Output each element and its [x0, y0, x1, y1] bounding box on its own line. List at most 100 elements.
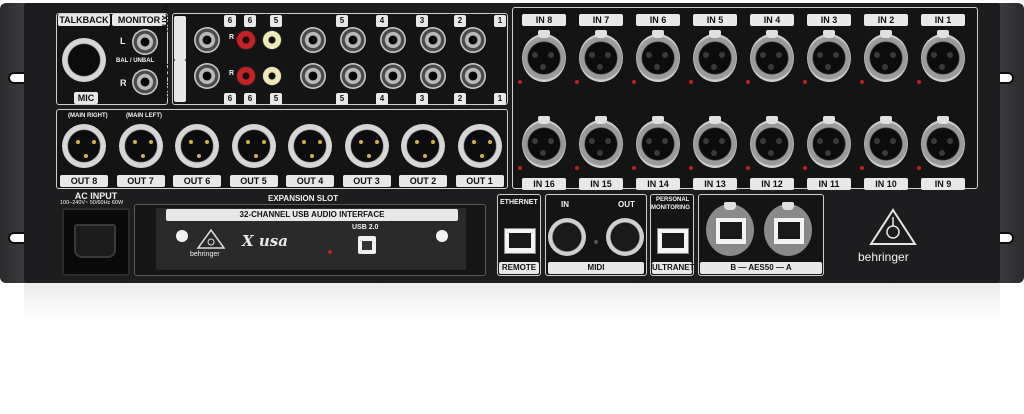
xlr-socket-hole-icon — [890, 52, 896, 58]
aux-out-rca-l-jack[interactable] — [262, 66, 282, 86]
aux-in-jack-5[interactable] — [300, 27, 326, 53]
output-xlr-jack[interactable] — [231, 124, 276, 168]
ultranet-port[interactable] — [657, 228, 689, 254]
aux-in-6-jack[interactable] — [194, 27, 220, 53]
input-xlr-jack[interactable] — [636, 116, 680, 168]
aux-out-number: 2 — [454, 93, 466, 105]
input-label: IN 10 — [864, 178, 908, 190]
monitor-bal-label: BAL / UNBAL — [116, 58, 155, 64]
usb-b-port-icon — [362, 241, 372, 250]
input-xlr-jack[interactable] — [522, 30, 566, 82]
xlr-socket-hole-icon — [760, 138, 766, 144]
phantom-led — [803, 80, 807, 84]
input-xlr-jack[interactable] — [636, 30, 680, 82]
usb-b-port[interactable] — [358, 236, 376, 254]
monitor-l-jack[interactable] — [132, 29, 158, 55]
aux-out-jack-5[interactable] — [300, 63, 326, 89]
aux-in-rca-l-jack[interactable] — [262, 30, 282, 50]
input-xlr-jack[interactable] — [807, 30, 851, 82]
input-xlr-jack[interactable] — [579, 116, 623, 168]
output-xlr-jack[interactable] — [457, 124, 502, 168]
xlr-pin-icon — [431, 140, 435, 144]
talkback-mic-xlr-jack[interactable] — [62, 38, 106, 82]
output-label: OUT 4 — [286, 175, 334, 187]
card-screw-right[interactable] — [436, 230, 448, 242]
aes50-a-socket — [773, 217, 805, 245]
input-label: IN 3 — [807, 14, 851, 26]
xlr-socket-hole-icon — [597, 150, 603, 156]
xlr-socket-hole-icon — [833, 138, 839, 144]
aux-in-jack-3[interactable] — [380, 27, 406, 53]
input-xlr-jack[interactable] — [579, 30, 623, 82]
input-xlr-jack[interactable] — [750, 116, 794, 168]
inputs-section — [512, 7, 978, 189]
input-xlr-jack[interactable] — [807, 116, 851, 168]
input-xlr-jack[interactable] — [921, 30, 965, 82]
xlr-socket-hole-icon — [605, 52, 611, 58]
input-label: IN 13 — [693, 178, 737, 190]
aux-in-rca-r-jack[interactable] — [236, 30, 256, 50]
aux-out-jack-4[interactable] — [340, 63, 366, 89]
aux-out-rca-r-jack[interactable] — [236, 66, 256, 86]
ethernet-port[interactable] — [504, 228, 536, 254]
aes50-a-port[interactable] — [764, 202, 812, 256]
ethernet-label: ETHERNET — [500, 199, 538, 206]
input-xlr-jack[interactable] — [921, 116, 965, 168]
usb-card-led — [328, 250, 332, 254]
aux-in-label: AUX IN — [161, 5, 186, 60]
xlr-socket-hole-icon — [711, 150, 717, 156]
input-xlr-jack[interactable] — [693, 30, 737, 82]
personal-monitoring-label-1: PERSONAL — [656, 197, 690, 203]
aux-out-jack-2[interactable] — [420, 63, 446, 89]
xlr-latch-icon — [823, 30, 835, 38]
aux-out-jack-1[interactable] — [460, 63, 486, 89]
card-screw-left[interactable] — [176, 230, 188, 242]
xlr-socket-hole-icon — [874, 138, 880, 144]
aes50-b-port[interactable] — [706, 202, 754, 256]
input-xlr-jack[interactable] — [693, 116, 737, 168]
aux-in-number: 1 — [494, 15, 506, 27]
input-xlr-jack[interactable] — [864, 30, 908, 82]
xlr-pin-icon — [197, 154, 201, 158]
xlr-socket-hole-icon — [939, 64, 945, 70]
xlr-latch-icon — [766, 30, 778, 38]
input-label: IN 11 — [807, 178, 851, 190]
output-xlr-jack[interactable] — [344, 124, 389, 168]
aux-out-jack-3[interactable] — [380, 63, 406, 89]
aux-out-6-jack[interactable] — [194, 63, 220, 89]
aux-in-number: 4 — [376, 15, 388, 27]
aux-r-label: R — [229, 34, 235, 41]
output-xlr-jack[interactable] — [175, 124, 219, 168]
main-left-label: (MAIN LEFT) — [126, 113, 162, 119]
phantom-led — [860, 166, 864, 170]
phantom-led — [575, 80, 579, 84]
input-xlr-jack[interactable] — [864, 116, 908, 168]
xlr-latch-icon — [880, 116, 892, 124]
output-xlr-jack[interactable] — [401, 124, 445, 168]
aux-in-jack-4[interactable] — [340, 27, 366, 53]
midi-in-port[interactable] — [548, 218, 586, 256]
input-xlr-jack[interactable] — [522, 116, 566, 168]
xlr-latch-icon — [880, 30, 892, 38]
monitor-r-jack[interactable] — [132, 69, 158, 95]
input-xlr-jack[interactable] — [750, 30, 794, 82]
aux-in-jack-2[interactable] — [420, 27, 446, 53]
xlr-pin-icon — [487, 140, 492, 144]
output-label: OUT 6 — [173, 175, 221, 187]
xlr-socket-hole-icon — [874, 52, 880, 58]
xlr-pin-icon — [358, 140, 363, 144]
xlr-socket-hole-icon — [711, 64, 717, 70]
xlr-latch-icon — [538, 30, 550, 38]
output-xlr-jack[interactable] — [288, 124, 332, 168]
output-label: OUT 3 — [342, 175, 391, 187]
input-label: IN 12 — [750, 178, 794, 190]
phantom-led — [803, 166, 807, 170]
input-label: IN 14 — [636, 178, 680, 190]
output-xlr-jack[interactable] — [62, 124, 106, 168]
midi-out-port[interactable] — [606, 218, 644, 256]
monitor-l-label: L — [120, 36, 126, 46]
xlr-pin-icon — [310, 154, 314, 158]
aux-in-jack-1[interactable] — [460, 27, 486, 53]
output-xlr-jack[interactable] — [118, 124, 163, 168]
iec-power-inlet[interactable] — [62, 208, 130, 276]
